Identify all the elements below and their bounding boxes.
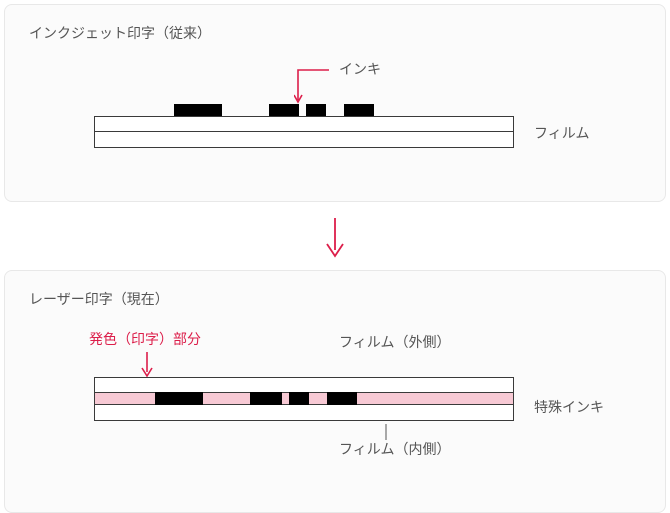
film-layer bbox=[94, 132, 514, 148]
diagram-laser: 発色（印字）部分 フィルム（外側） 特殊インキ フィルム（内側） bbox=[29, 327, 641, 492]
ink-block bbox=[289, 392, 309, 405]
outer-film-label: フィルム（外側） bbox=[339, 332, 450, 352]
film-layer bbox=[94, 116, 514, 132]
ink-block bbox=[344, 104, 374, 116]
film-inner-layer bbox=[94, 405, 514, 421]
callout-arrow-icon bbox=[294, 69, 334, 107]
ink-block bbox=[174, 104, 222, 116]
diagram-inkjet: インキ フィルム bbox=[29, 61, 641, 181]
transition-arrow-icon bbox=[320, 216, 350, 260]
ink-block bbox=[327, 392, 357, 405]
inner-film-label: フィルム（内側） bbox=[339, 439, 450, 459]
panel-inkjet: インクジェット印字（従来） インキ フィルム bbox=[4, 4, 666, 202]
callout-arrow-icon bbox=[139, 351, 155, 379]
ink-block bbox=[155, 392, 203, 405]
panel-title-inkjet: インクジェット印字（従来） bbox=[29, 23, 641, 43]
panel-title-laser: レーザー印字（現在） bbox=[29, 289, 641, 309]
leader-line-icon bbox=[379, 355, 380, 379]
special-ink-label: 特殊インキ bbox=[534, 397, 604, 417]
film-outer-layer bbox=[94, 377, 514, 393]
ink-block bbox=[250, 392, 282, 405]
ink-block bbox=[306, 104, 326, 116]
panel-laser: レーザー印字（現在） 発色（印字）部分 フィルム（外側） 特殊インキ フィルム（… bbox=[4, 270, 666, 513]
special-ink-layer bbox=[94, 393, 514, 405]
film-stack bbox=[94, 116, 514, 148]
film-stack bbox=[94, 377, 514, 421]
film-label: フィルム bbox=[534, 123, 589, 143]
ink-block bbox=[269, 104, 299, 116]
ink-label: インキ bbox=[339, 59, 381, 79]
colored-part-label: 発色（印字）部分 bbox=[89, 329, 201, 349]
leader-line-icon bbox=[381, 424, 391, 440]
